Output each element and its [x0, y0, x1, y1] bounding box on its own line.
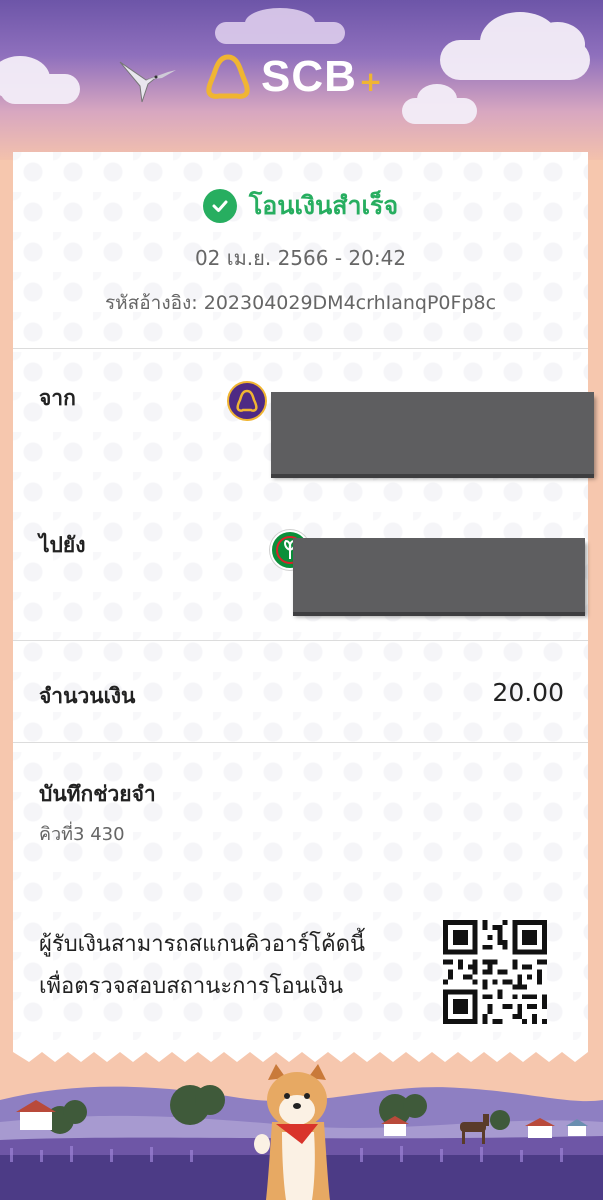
cloud: [0, 56, 80, 104]
reference-code: รหัสอ้างอิง: 202304029DM4crhIanqP0Fp8c: [104, 292, 497, 314]
check-circle-icon: [202, 189, 237, 223]
qr-instruction-line1: ผู้รับเงินสามารถสแกนคิวอาร์โค้ดนี้: [39, 932, 366, 957]
shiba-dog-illustration: [254, 1064, 330, 1200]
logo-plus: +: [358, 64, 383, 98]
divider: [13, 348, 588, 349]
status-text: โอนเงินสำเร็จ: [248, 191, 399, 220]
transaction-datetime: 02 เม.ย. 2566 - 20:42: [194, 246, 407, 270]
amount-value: 20.00: [492, 678, 564, 707]
from-label: จาก: [39, 386, 76, 410]
cloud: [402, 84, 477, 124]
redaction-box: [271, 392, 594, 474]
scb-bank-icon: [227, 381, 267, 421]
amount-label: จำนวนเงิน: [39, 684, 136, 708]
cloud: [440, 12, 590, 80]
receipt-torn-edge: [13, 1040, 588, 1062]
memo-value: คิวที่3 430: [39, 824, 125, 845]
qr-instruction: ผู้รับเงินสามารถสแกนคิวอาร์โค้ดนี้ เพื่อ…: [39, 924, 365, 1008]
memo-label: บันทึกช่วยจำ: [39, 782, 156, 806]
bird-illustration: [119, 61, 176, 103]
logo-text: SCB: [261, 52, 357, 101]
receipt-card: โอนเงินสำเร็จ 02 เม.ย. 2566 - 20:42 รหัส…: [13, 152, 594, 1052]
status-header: โอนเงินสำเร็จ: [13, 186, 588, 226]
divider: [13, 640, 588, 641]
scb-logo-icon: [206, 54, 250, 99]
redaction-box: [293, 538, 585, 612]
cloud: [215, 8, 345, 44]
qr-code[interactable]: [443, 920, 547, 1024]
scb-logo: SCB +: [205, 52, 382, 102]
to-label: ไปยัง: [39, 533, 86, 557]
divider: [13, 742, 588, 743]
qr-instruction-line2: เพื่อตรวจสอบสถานะการโอนเงิน: [39, 974, 344, 999]
